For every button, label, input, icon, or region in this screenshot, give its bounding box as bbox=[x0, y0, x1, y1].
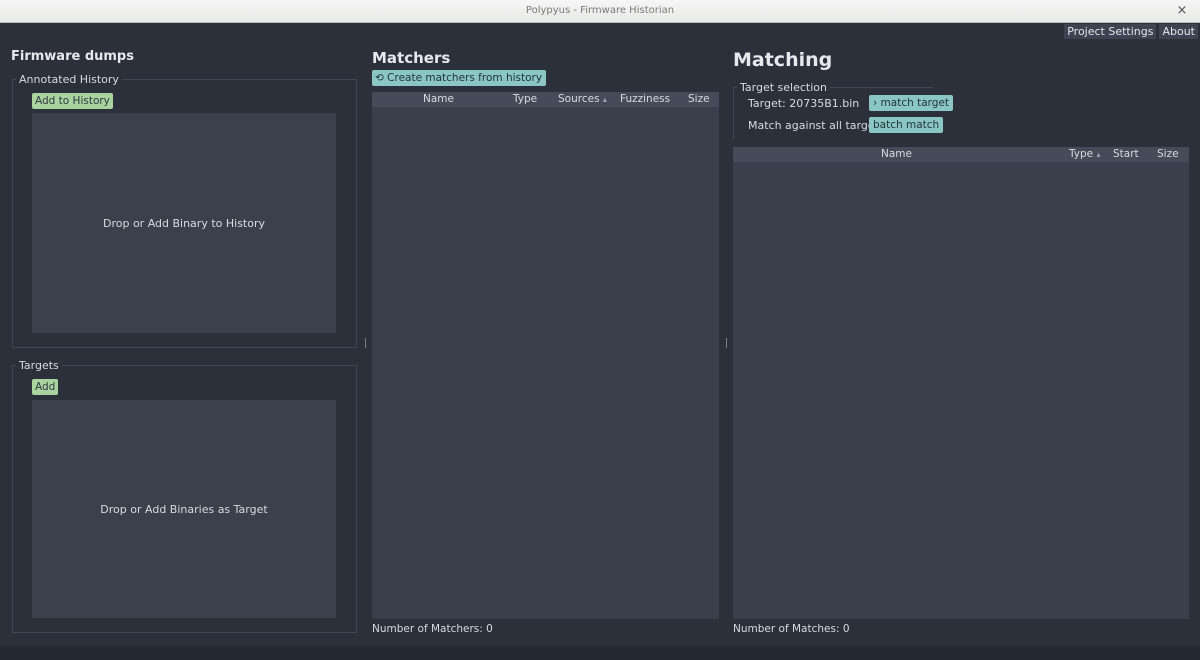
project-settings-button[interactable]: Project Settings bbox=[1064, 24, 1157, 39]
about-button[interactable]: About bbox=[1159, 24, 1198, 39]
target-name-text: Target: 20735B1.bin bbox=[748, 97, 860, 110]
refresh-icon: ⟲ bbox=[375, 72, 384, 84]
add-target-button[interactable]: Add bbox=[32, 379, 59, 395]
column-name[interactable]: Name bbox=[423, 93, 454, 105]
matchers-table-header: Name Type Sources ▴ Fuzziness Size bbox=[372, 92, 719, 107]
matchers-table[interactable]: Name Type Sources ▴ Fuzziness Size bbox=[372, 92, 719, 619]
window-titlebar: Polypyus - Firmware Historian × bbox=[0, 0, 1200, 23]
batch-match-button[interactable]: batch match bbox=[869, 117, 944, 133]
column-type-label: Type bbox=[1069, 148, 1094, 160]
history-drop-text: Drop or Add Binary to History bbox=[102, 216, 266, 230]
matchers-count: Number of Matchers: 0 bbox=[372, 623, 493, 635]
close-icon[interactable]: × bbox=[1174, 3, 1190, 19]
match-target-button[interactable]: › match target bbox=[869, 95, 954, 111]
sort-asc-icon: ▴ bbox=[1096, 150, 1101, 159]
right-splitter-handle[interactable] bbox=[726, 338, 727, 348]
firmware-dumps-heading: Firmware dumps bbox=[11, 49, 134, 64]
targets-dropzone[interactable]: Drop or Add Binaries as Target bbox=[32, 400, 336, 618]
left-splitter-handle[interactable] bbox=[365, 338, 366, 348]
top-menu: Project Settings About bbox=[1064, 24, 1198, 39]
column-sources-label: Sources bbox=[558, 93, 600, 105]
target-selection-label: Target selection bbox=[737, 81, 830, 94]
matches-count: Number of Matches: 0 bbox=[733, 623, 850, 635]
targets-label: Targets bbox=[16, 359, 62, 372]
column-type[interactable]: Type ▴ bbox=[1069, 148, 1100, 160]
sort-asc-icon: ▴ bbox=[602, 95, 607, 104]
all-targets-text: Match against all targets bbox=[748, 119, 885, 132]
column-fuzziness[interactable]: Fuzziness bbox=[620, 93, 670, 105]
column-sources[interactable]: Sources ▴ bbox=[558, 93, 607, 105]
create-matchers-button[interactable]: ⟲ Create matchers from history bbox=[372, 70, 547, 86]
create-matchers-label: Create matchers from history bbox=[387, 72, 543, 84]
bottom-bar bbox=[0, 646, 1200, 660]
matches-table[interactable]: Name Type ▴ Start Size bbox=[733, 147, 1189, 619]
targets-drop-text: Drop or Add Binaries as Target bbox=[100, 502, 268, 516]
matchers-heading: Matchers bbox=[372, 49, 451, 67]
column-name[interactable]: Name bbox=[881, 148, 912, 160]
column-type[interactable]: Type bbox=[513, 93, 537, 105]
column-size[interactable]: Size bbox=[688, 93, 710, 105]
add-to-history-button[interactable]: Add to History bbox=[32, 93, 113, 109]
annotated-history-label: Annotated History bbox=[16, 73, 122, 86]
column-start[interactable]: Start bbox=[1113, 148, 1139, 160]
window-title: Polypyus - Firmware Historian bbox=[525, 5, 675, 16]
column-size[interactable]: Size bbox=[1157, 148, 1179, 160]
match-target-label: match target bbox=[880, 97, 950, 109]
matches-table-header: Name Type ▴ Start Size bbox=[733, 147, 1189, 162]
play-icon: › bbox=[873, 97, 878, 109]
history-dropzone[interactable]: Drop or Add Binary to History bbox=[32, 113, 336, 333]
matching-heading: Matching bbox=[733, 49, 833, 71]
